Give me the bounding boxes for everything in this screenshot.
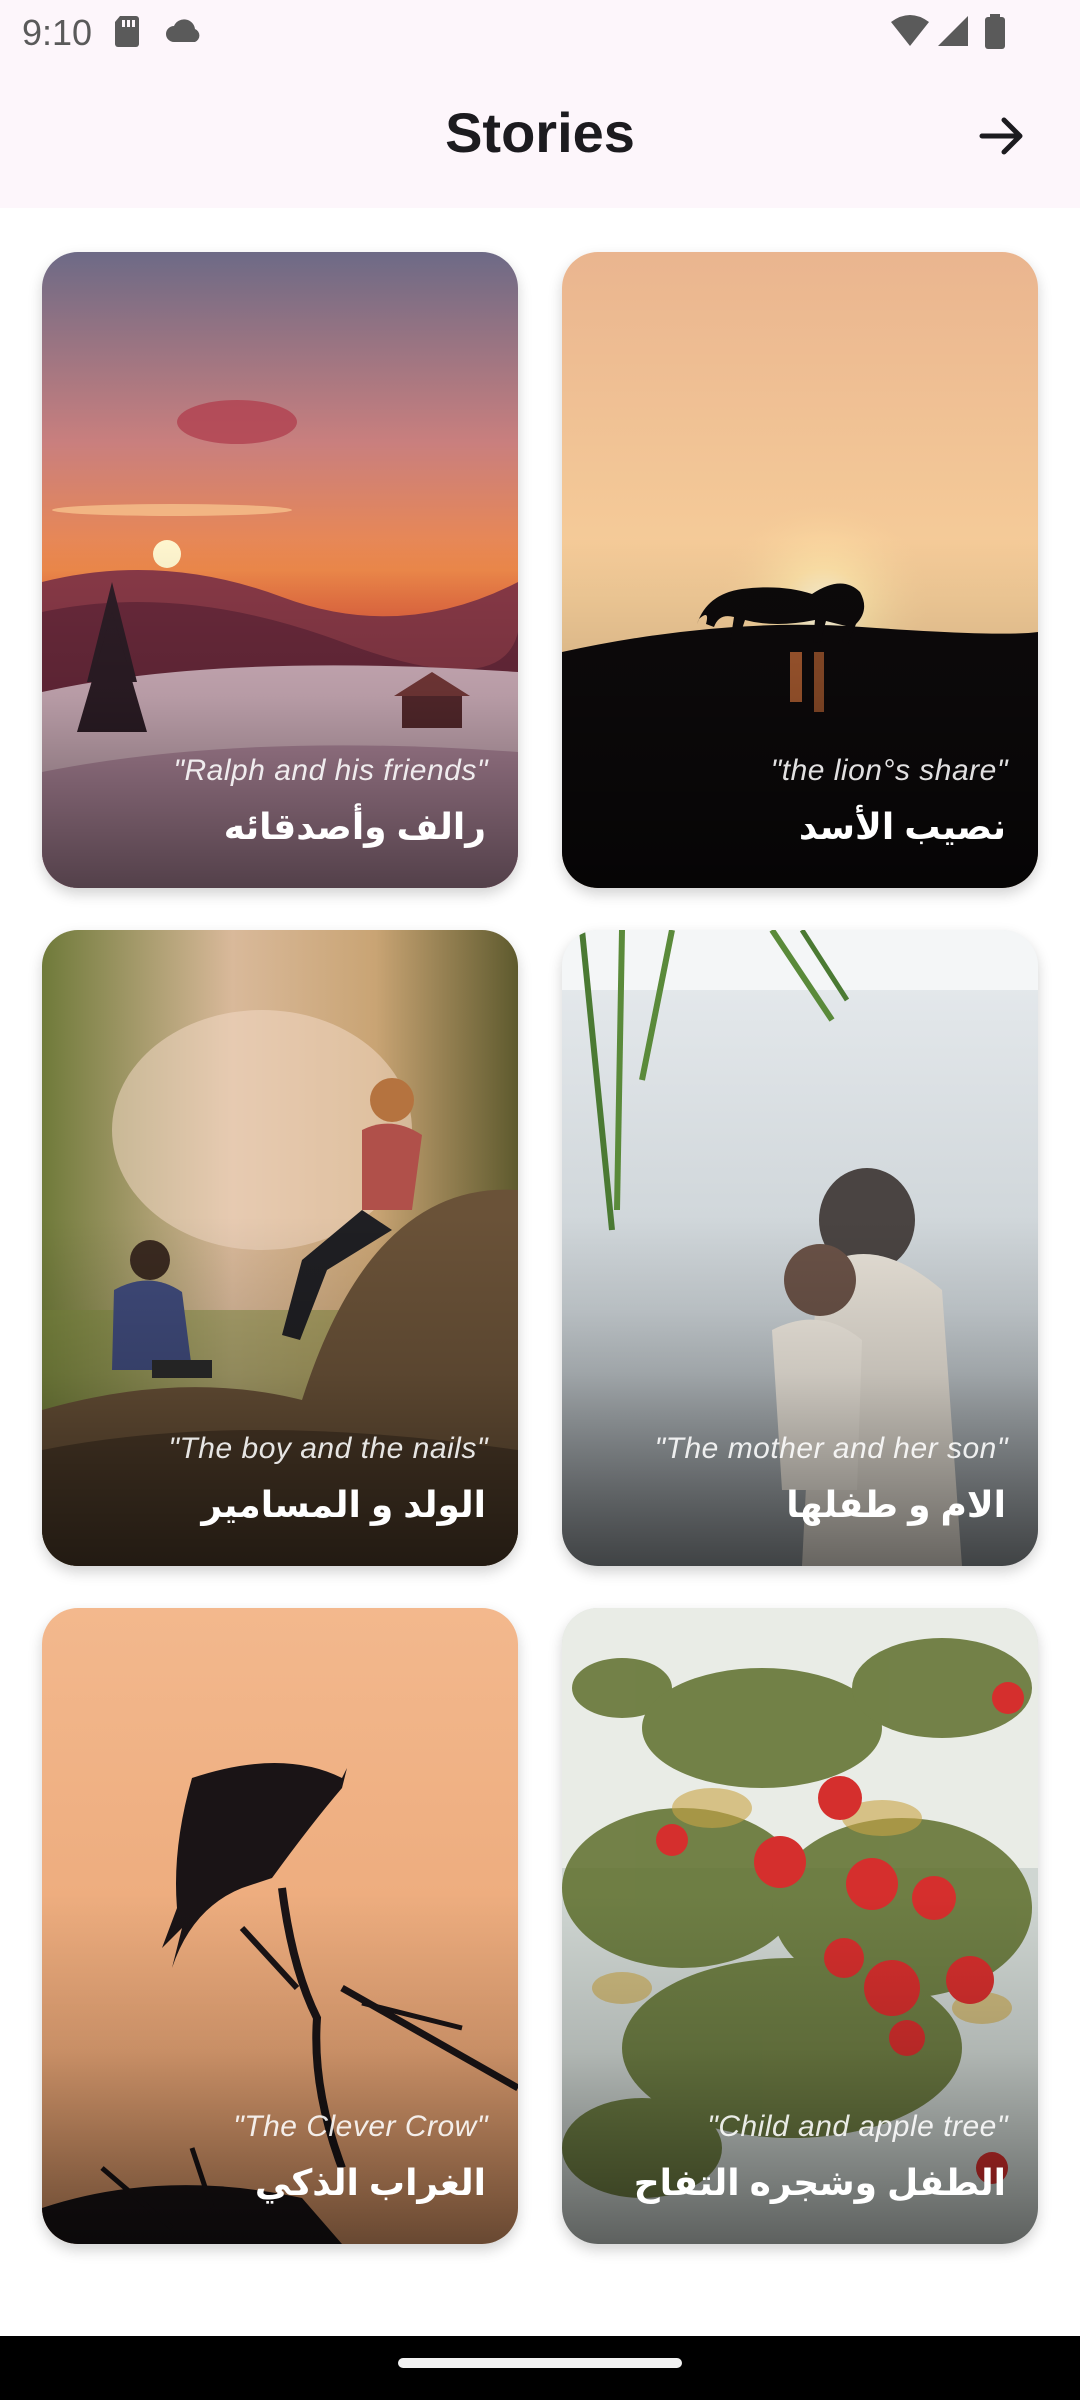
page-title: Stories <box>445 101 635 164</box>
story-title-english: "Child and apple tree" <box>707 2110 1008 2143</box>
story-title-english: "The boy and the nails" <box>168 1432 488 1465</box>
story-card-boy-nails[interactable]: "The boy and the nails" الولد و المسامير <box>42 930 518 1566</box>
story-title-arabic: الولد و المسامير <box>201 1484 486 1525</box>
status-bar: 9:10 <box>0 0 1080 62</box>
battery-icon <box>985 14 1005 49</box>
signal-icon <box>938 16 968 46</box>
story-title-arabic: الطفل وشجره التفاح <box>633 2162 1006 2203</box>
story-title-english: "the lion°s share" <box>770 754 1008 787</box>
story-title-arabic: الام و طفلها <box>786 1484 1006 1525</box>
system-navigation-bar <box>0 2336 1080 2400</box>
sd-card-icon <box>115 16 139 47</box>
story-title-arabic: الغراب الذكي <box>254 2162 486 2203</box>
story-title-english: "The mother and her son" <box>654 1432 1008 1465</box>
story-card-lion[interactable]: "the lion°s share" نصيب الأسد <box>562 252 1038 888</box>
story-card-mother-son[interactable]: "The mother and her son" الام و طفلها <box>562 930 1038 1566</box>
story-title-english: "Ralph and his friends" <box>173 754 488 787</box>
story-title-arabic: نصيب الأسد <box>798 806 1006 847</box>
story-card-apple-tree[interactable]: "Child and apple tree" الطفل وشجره التفا… <box>562 1608 1038 2244</box>
story-card-ralph[interactable]: "Ralph and his friends" رالف وأصدقائه <box>42 252 518 888</box>
wifi-icon <box>891 15 929 46</box>
story-title-english: "The Clever Crow" <box>233 2110 488 2143</box>
story-title-arabic: رالف وأصدقائه <box>223 806 486 847</box>
status-time: 9:10 <box>22 12 93 53</box>
cloud-icon <box>166 19 200 42</box>
app-bar: Stories <box>0 62 1080 208</box>
home-gesture-handle[interactable] <box>398 2358 682 2368</box>
story-card-clever-crow[interactable]: "The Clever Crow" الغراب الذكي <box>42 1608 518 2244</box>
arrow-right-icon[interactable] <box>974 108 1030 164</box>
